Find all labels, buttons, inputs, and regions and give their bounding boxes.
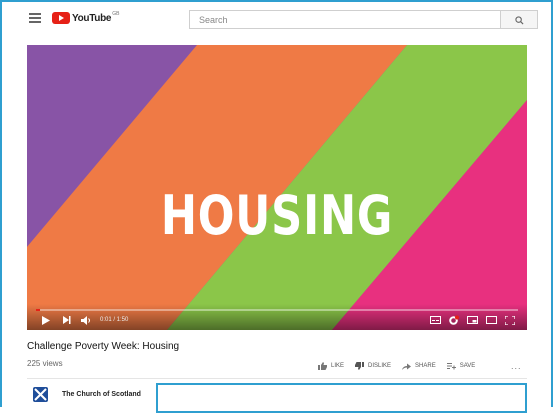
captions-icon	[430, 316, 441, 324]
theater-mode-button[interactable]	[486, 315, 497, 325]
video-player[interactable]: HOUSING 0:01 / 1:50	[27, 45, 527, 330]
share-label: SHARE	[415, 363, 436, 369]
play-button[interactable]	[42, 315, 50, 325]
like-label: LIKE	[331, 363, 345, 369]
settings-icon	[449, 315, 459, 325]
player-controls: 0:01 / 1:50	[27, 304, 527, 330]
play-icon	[42, 315, 50, 325]
next-button[interactable]	[63, 315, 71, 325]
miniplayer-icon	[467, 316, 478, 324]
video-title-card: HOUSING	[160, 184, 394, 247]
channel-name[interactable]: The Church of Scotland	[62, 391, 141, 398]
search-button[interactable]	[501, 10, 538, 29]
logo-text: YouTube	[72, 12, 112, 24]
captions-button[interactable]	[430, 315, 441, 325]
save-button[interactable]: SAVE	[446, 362, 476, 370]
more-actions-button[interactable]: ...	[511, 361, 522, 371]
volume-icon	[81, 315, 90, 325]
save-label: SAVE	[459, 363, 476, 369]
video-title: Challenge Poverty Week: Housing	[27, 341, 180, 352]
theater-icon	[486, 316, 497, 324]
progress-bar[interactable]	[36, 309, 518, 311]
channel-avatar[interactable]	[33, 387, 48, 402]
video-actions: LIKE DISLIKE SHARE SAVE	[318, 361, 486, 371]
share-button[interactable]: SHARE	[402, 363, 436, 370]
fullscreen-icon	[505, 315, 515, 325]
saltire-logo-icon	[34, 388, 47, 401]
search-icon	[515, 16, 524, 25]
dislike-button[interactable]: DISLIKE	[355, 362, 391, 370]
share-icon	[402, 363, 412, 370]
settings-button[interactable]	[448, 315, 459, 325]
logo-region: GB	[112, 11, 120, 17]
time-display: 0:01 / 1:50	[100, 317, 129, 323]
playlist-add-icon	[446, 362, 456, 369]
menu-icon[interactable]	[29, 13, 41, 23]
view-count: 225 views	[27, 359, 63, 368]
thumbs-up-icon	[318, 362, 327, 370]
divider	[27, 378, 527, 379]
like-button[interactable]: LIKE	[318, 362, 344, 370]
top-bar: YouTube GB Search	[2, 2, 551, 36]
miniplayer-button[interactable]	[467, 315, 478, 325]
highlight-overlay-box	[156, 383, 527, 413]
fullscreen-button[interactable]	[505, 315, 515, 325]
dislike-label: DISLIKE	[368, 363, 392, 369]
next-icon	[63, 316, 71, 324]
search-input[interactable]: Search	[189, 10, 501, 29]
youtube-play-icon	[52, 12, 70, 24]
progress-fill	[36, 309, 41, 311]
volume-button[interactable]	[81, 315, 92, 325]
thumbs-down-icon	[355, 362, 365, 370]
youtube-logo[interactable]: YouTube GB	[52, 11, 119, 25]
